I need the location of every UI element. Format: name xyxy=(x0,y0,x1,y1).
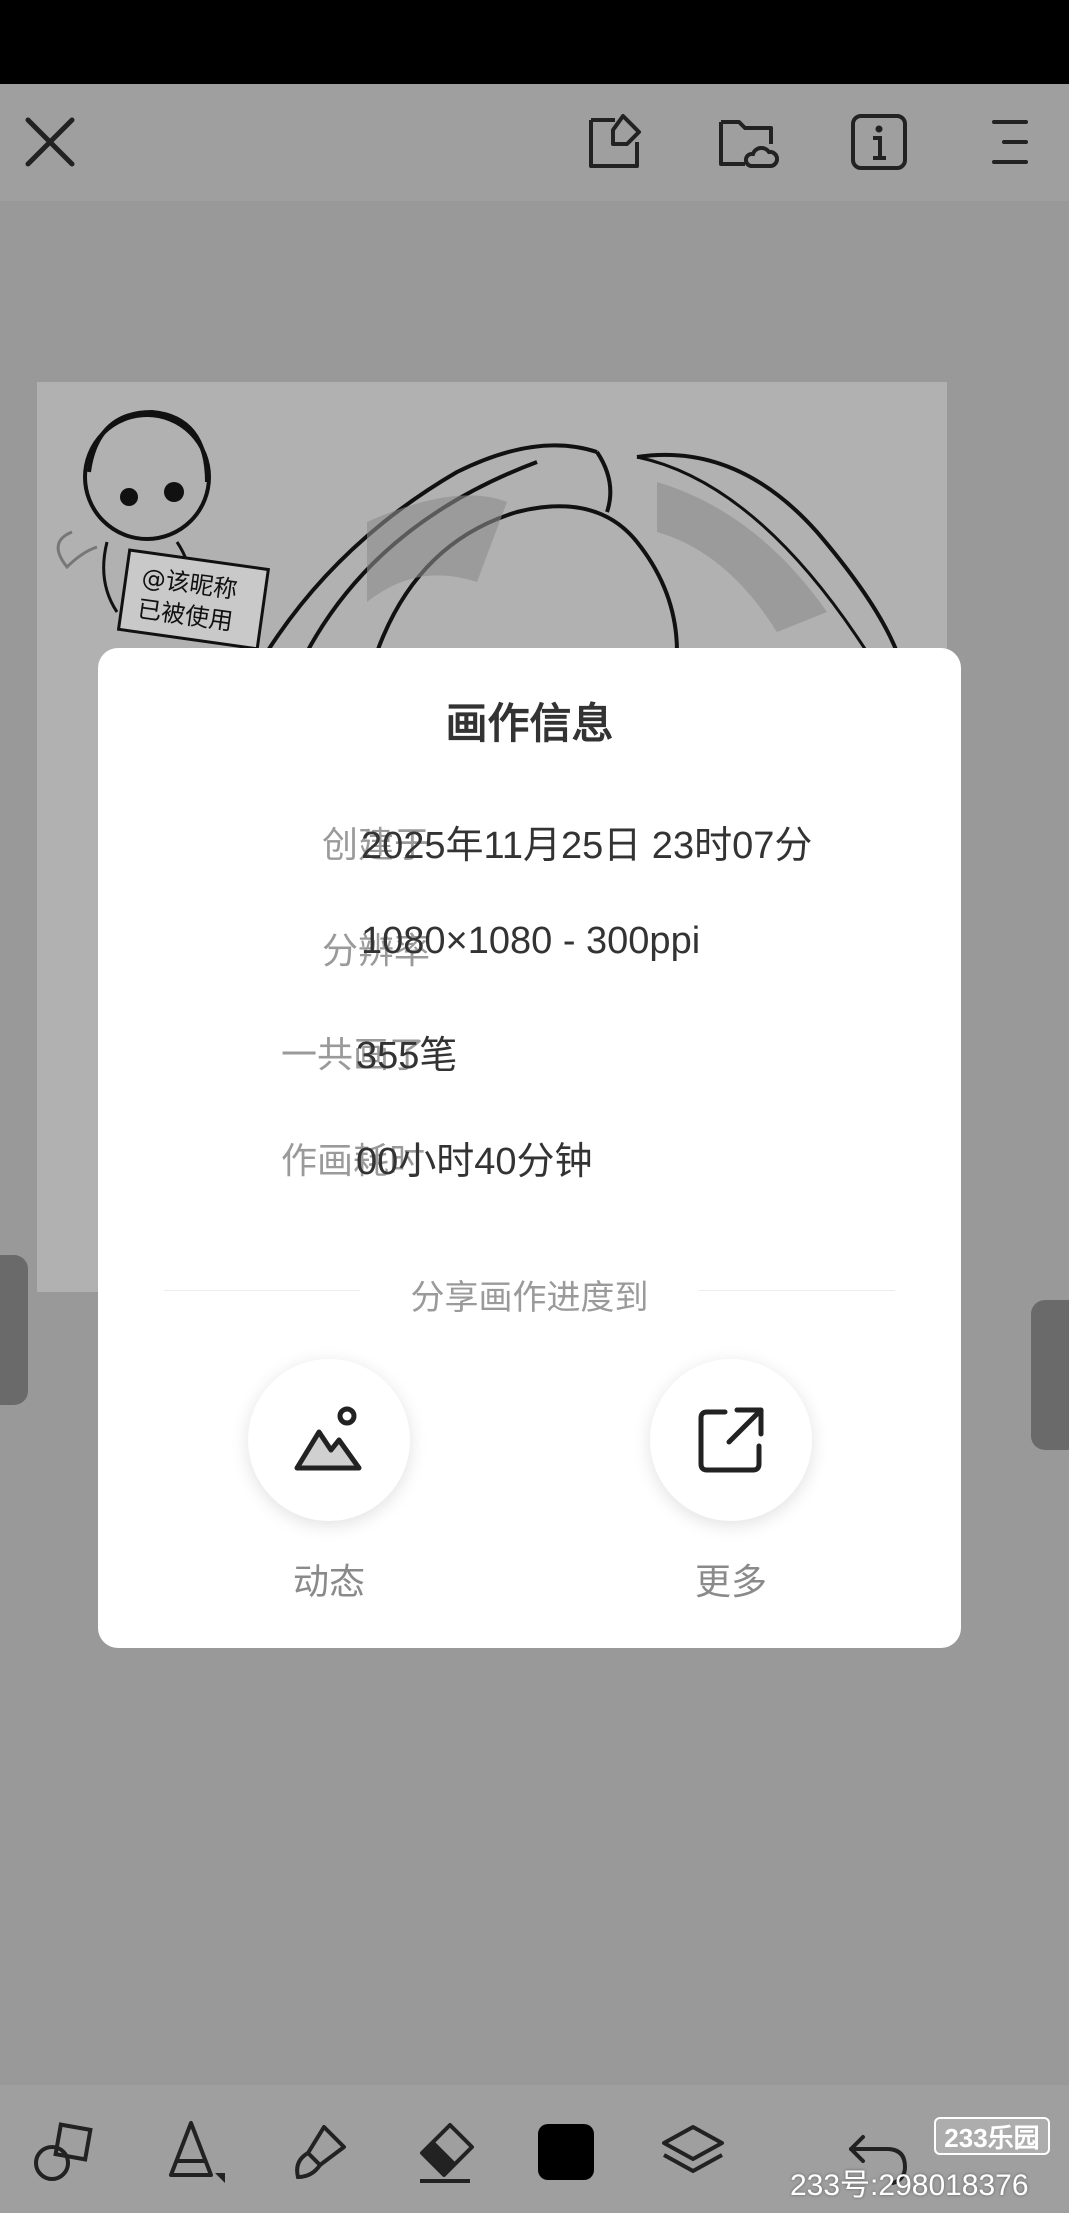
brush-icon[interactable] xyxy=(279,2112,359,2192)
share-more-button[interactable] xyxy=(650,1359,812,1521)
share-moments-label: 动态 xyxy=(292,1561,365,1602)
status-bar xyxy=(0,0,1069,84)
document-edit-icon[interactable] xyxy=(565,92,665,192)
shapes-icon[interactable] xyxy=(25,2112,105,2192)
share-more-label: 更多 xyxy=(694,1561,767,1602)
layers-icon[interactable] xyxy=(653,2112,733,2192)
dialog-title: 画作信息 xyxy=(445,700,614,747)
cloud-folder-icon[interactable] xyxy=(697,92,797,192)
top-toolbar xyxy=(0,84,1069,201)
watermark-logo: 233乐园 xyxy=(934,2117,1050,2155)
left-panel-handle[interactable] xyxy=(0,1255,28,1405)
created-value: 2025年11月25日 23时07分 xyxy=(361,825,813,867)
external-share-icon xyxy=(698,1407,764,1473)
info-icon[interactable] xyxy=(829,92,929,192)
duration-value: 00小时40分钟 xyxy=(356,1141,593,1183)
share-heading: 分享画作进度到 xyxy=(410,1279,649,1317)
share-moments-button[interactable] xyxy=(248,1359,410,1521)
current-color-swatch xyxy=(538,2124,594,2180)
eraser-icon[interactable] xyxy=(405,2112,485,2192)
strokes-value: 355笔 xyxy=(356,1035,458,1077)
watermark-id: 233号:298018376 xyxy=(790,2169,1029,2202)
fill-bucket-icon[interactable] xyxy=(152,2112,232,2192)
menu-icon[interactable] xyxy=(960,92,1060,192)
resolution-value: 1080×1080 - 300ppi xyxy=(361,920,701,962)
close-icon[interactable] xyxy=(0,92,100,192)
color-swatch[interactable] xyxy=(526,2112,606,2192)
artwork-info-dialog: 画作信息 创建于 2025年11月25日 23时07分 分辨率 1080×108… xyxy=(98,648,961,1648)
mountain-image-icon xyxy=(294,1406,362,1471)
right-panel-handle[interactable] xyxy=(1031,1300,1069,1450)
